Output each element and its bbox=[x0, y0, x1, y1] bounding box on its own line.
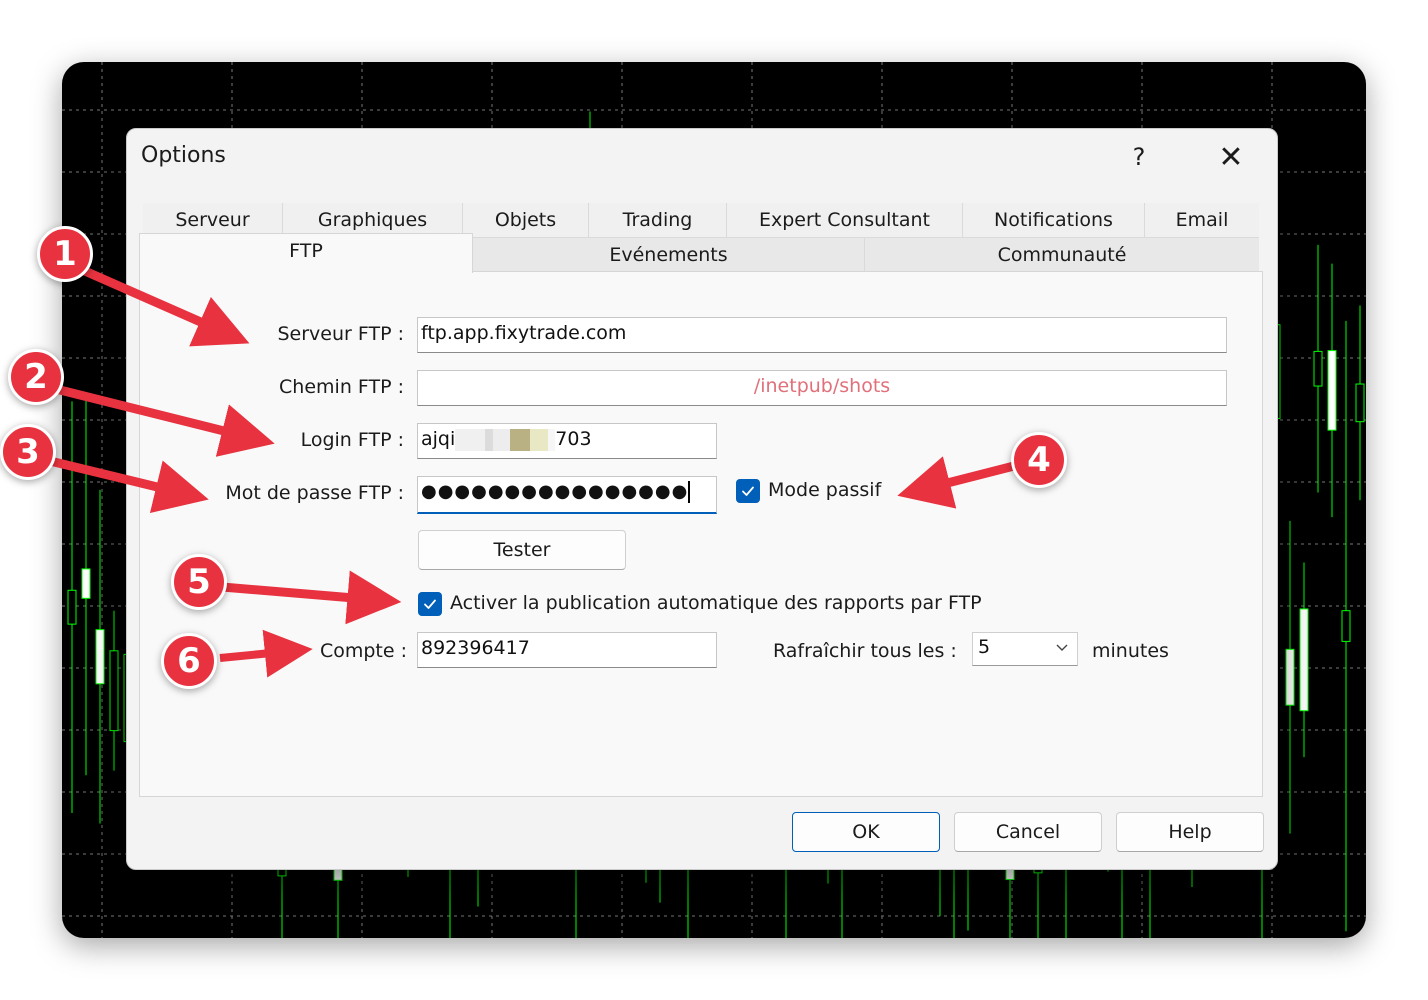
close-icon[interactable]: ✕ bbox=[1209, 137, 1253, 177]
tab-objets[interactable]: Objets bbox=[463, 203, 589, 237]
annotation-badge-1: 1 bbox=[37, 226, 93, 282]
ok-button[interactable]: OK bbox=[792, 812, 940, 852]
tab-serveur[interactable]: Serveur bbox=[143, 203, 283, 237]
text-caret bbox=[688, 481, 691, 503]
tab-trading[interactable]: Trading bbox=[589, 203, 727, 237]
login-ftp-label: Login FTP : bbox=[300, 429, 404, 451]
refresh-unit-label: minutes bbox=[1092, 640, 1169, 662]
annotation-badge-5: 5 bbox=[171, 554, 227, 610]
login-prefix: ajqi bbox=[421, 428, 456, 450]
help-icon[interactable]: ? bbox=[1117, 137, 1161, 177]
autopublish-label[interactable]: Activer la publication automatique des r… bbox=[450, 592, 982, 614]
candle-body bbox=[1355, 383, 1365, 423]
candle-body bbox=[1327, 350, 1337, 431]
server-ftp-input[interactable]: ftp.app.fixytrade.com bbox=[417, 317, 1227, 353]
cancel-button[interactable]: Cancel bbox=[954, 812, 1102, 852]
tab-expert-consultant[interactable]: Expert Consultant bbox=[727, 203, 963, 237]
refresh-select[interactable]: 5 bbox=[972, 632, 1078, 666]
help-button[interactable]: Help bbox=[1116, 812, 1264, 852]
path-ftp-label: Chemin FTP : bbox=[279, 376, 404, 398]
chevron-down-icon bbox=[1055, 636, 1069, 664]
passive-mode-label[interactable]: Mode passif bbox=[768, 479, 881, 501]
tab-communaute[interactable]: Communauté bbox=[865, 237, 1259, 271]
dialog-title: Options bbox=[141, 143, 226, 168]
tab-email[interactable]: Email bbox=[1145, 203, 1259, 237]
test-button[interactable]: Tester bbox=[418, 530, 626, 570]
candle-body bbox=[1285, 648, 1295, 706]
candle-body bbox=[109, 650, 119, 732]
password-ftp-label: Mot de passe FTP : bbox=[225, 482, 404, 504]
candle-body bbox=[81, 568, 91, 599]
annotation-badge-6: 6 bbox=[161, 633, 217, 689]
redacted-blur bbox=[455, 428, 556, 451]
login-suffix: 703 bbox=[555, 428, 592, 450]
login-ftp-input[interactable]: ajqi 703 bbox=[417, 423, 717, 459]
annotation-badge-2: 2 bbox=[8, 349, 64, 405]
tab-evenements[interactable]: Evénements bbox=[473, 237, 865, 271]
autopublish-checkbox[interactable] bbox=[418, 592, 442, 616]
candle-body bbox=[1299, 608, 1309, 712]
candle-body bbox=[67, 589, 77, 625]
annotation-badge-4: 4 bbox=[1011, 432, 1067, 488]
candle-body bbox=[95, 629, 105, 685]
tab-notifications[interactable]: Notifications bbox=[963, 203, 1145, 237]
candle-body bbox=[1341, 610, 1351, 642]
refresh-label: Rafraîchir tous les : bbox=[773, 640, 957, 662]
checkmark-icon bbox=[424, 599, 436, 609]
password-dots: ●●●●●●●●●●●●●●●● bbox=[421, 481, 689, 502]
passive-mode-checkbox[interactable] bbox=[736, 479, 760, 503]
refresh-value: 5 bbox=[978, 636, 991, 658]
tab-ftp[interactable]: FTP bbox=[139, 233, 473, 273]
password-ftp-input[interactable]: ●●●●●●●●●●●●●●●● bbox=[417, 476, 717, 514]
server-ftp-label: Serveur FTP : bbox=[277, 323, 405, 345]
account-input[interactable]: 892396417 bbox=[417, 632, 717, 668]
checkmark-icon bbox=[742, 486, 754, 496]
annotation-badge-3: 3 bbox=[0, 424, 56, 480]
account-label: Compte : bbox=[319, 640, 407, 662]
candle-body bbox=[1313, 350, 1323, 387]
options-dialog: Options ? ✕ Serveur Graphiques Objets Tr… bbox=[126, 128, 1278, 870]
tab-graphiques[interactable]: Graphiques bbox=[283, 203, 463, 237]
path-ftp-input[interactable]: /inetpub/shots bbox=[417, 370, 1227, 406]
